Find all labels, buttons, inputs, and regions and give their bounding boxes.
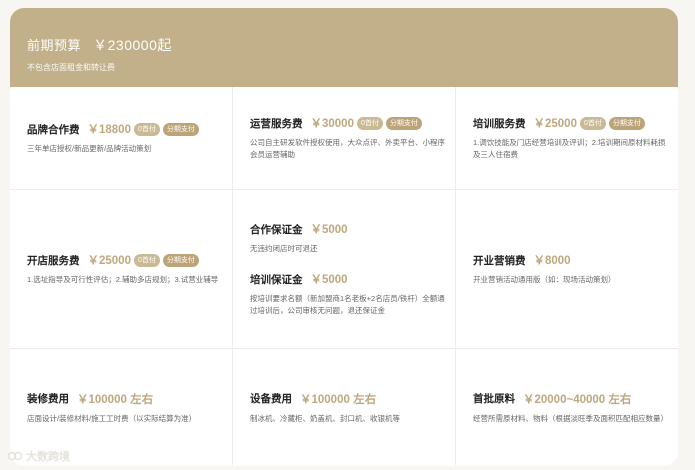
fee-cell-marketing: 开业营销费 ￥8000 开业营销活动通用版（如：现场活动策划） <box>456 190 678 349</box>
fee-cell-operation: 运营服务费 ￥30000 0首付 分期支付 公司自主研发软件授权使用，大众点评、… <box>233 87 456 190</box>
fee-amount: ￥100000 左右 <box>77 393 154 406</box>
zero-down-badge: 0首付 <box>133 122 160 136</box>
budget-title-line: 前期预算 ￥230000起 <box>27 35 678 55</box>
zero-down-badge: 0首付 <box>579 116 606 130</box>
fee-desc: 店面设计/装修材料/施工工时费（以实际结算为准） <box>27 413 197 423</box>
installment-badge: 分期支付 <box>608 116 645 130</box>
fee-name: 装修费用 <box>27 393 69 405</box>
fee-amount: ￥100000 左右 <box>300 393 377 406</box>
fee-desc: 经营所需原材料、物料（根据淡旺季及面积匹配相应数量） <box>473 413 668 423</box>
fee-desc: 开业营销活动通用版（如：现场活动策划） <box>473 275 616 284</box>
installment-badge: 分期支付 <box>162 122 199 136</box>
zero-down-badge: 0首付 <box>356 116 383 130</box>
fee-desc: 1.选址指导及可行性评估；2.辅助多店规划；3.试营业辅导 <box>27 275 219 284</box>
fee-name: 开店服务费 <box>27 254 80 267</box>
fee-amount: ￥5000 <box>310 274 348 286</box>
fee-amount: ￥30000 <box>310 118 354 130</box>
fee-name: 培训保证金 <box>250 273 303 286</box>
zero-down-badge: 0首付 <box>133 253 160 267</box>
fee-amount: ￥25000 <box>87 255 131 267</box>
deposit-training: 培训保证金 ￥5000 按培训要求名额（新加盟商1名老板+2名店员/铁杆）全额通… <box>250 271 445 317</box>
budget-header: 前期预算 ￥230000起 不包含店面租金和转让费 <box>10 8 678 87</box>
installment-badge: 分期支付 <box>162 253 199 267</box>
fee-name: 培训服务费 <box>473 117 526 130</box>
fee-desc: 按培训要求名额（新加盟商1名老板+2名店员/铁杆）全额通过培训后，公司审核无问题… <box>250 294 445 315</box>
fee-amount: ￥8000 <box>533 255 571 267</box>
fee-grid: 品牌合作费 ￥18800 0首付 分期支付 三年单店授权/新品更新/品牌活动策划… <box>10 87 678 466</box>
fee-amount: ￥18800 <box>87 124 131 136</box>
fee-desc: 公司自主研发软件授权使用，大众点评、外卖平台、小程序会员运营辅助 <box>250 138 445 159</box>
fee-name: 首批原料 <box>473 393 515 405</box>
watermark-logo-icon <box>8 451 22 461</box>
budget-total-price: ￥230000起 <box>93 37 172 53</box>
fee-cell-materials: 首批原料 ￥20000~40000 左右 经营所需原材料、物料（根据淡旺季及面积… <box>456 349 678 466</box>
fee-desc: 制冰机、冷藏柜、奶盖机、封口机、收银机等 <box>250 413 400 423</box>
fee-desc: 三年单店授权/新品更新/品牌活动策划 <box>27 144 152 153</box>
fee-name: 设备费用 <box>250 393 292 405</box>
fee-cell-training: 培训服务费 ￥25000 0首付 分期支付 1.调饮技能及门店经营培训及评训；2… <box>456 87 678 190</box>
fee-amount: ￥20000~40000 左右 <box>523 393 632 406</box>
fee-name: 合作保证金 <box>250 223 303 236</box>
fee-name: 运营服务费 <box>250 117 303 130</box>
fee-name: 开业营销费 <box>473 254 526 267</box>
fee-desc: 无违约闭店时可退还 <box>250 244 318 253</box>
fee-amount: ￥5000 <box>310 224 348 236</box>
budget-title: 前期预算 <box>27 38 82 53</box>
watermark: 大数跨境 <box>8 448 70 464</box>
fee-desc: 1.调饮技能及门店经营培训及评训；2.培训期间原材料耗损及三人住宿费 <box>473 138 666 159</box>
budget-card: 前期预算 ￥230000起 不包含店面租金和转让费 品牌合作费 ￥18800 0… <box>10 8 678 466</box>
fee-amount: ￥25000 <box>533 118 577 130</box>
deposit-cooperation: 合作保证金 ￥5000 无违约闭店时可退还 <box>250 221 445 255</box>
budget-subtitle: 不包含店面租金和转让费 <box>27 63 115 72</box>
watermark-text: 大数跨境 <box>26 451 70 463</box>
fee-cell-brand: 品牌合作费 ￥18800 0首付 分期支付 三年单店授权/新品更新/品牌活动策划 <box>10 87 233 190</box>
fee-cell-deposits: 合作保证金 ￥5000 无违约闭店时可退还 培训保证金 ￥5000 按培训要求名… <box>233 190 456 349</box>
fee-name: 品牌合作费 <box>27 123 80 136</box>
fee-cell-store-opening: 开店服务费 ￥25000 0首付 分期支付 1.选址指导及可行性评估；2.辅助多… <box>10 190 233 349</box>
installment-badge: 分期支付 <box>385 116 422 130</box>
fee-cell-equipment: 设备费用 ￥100000 左右 制冰机、冷藏柜、奶盖机、封口机、收银机等 <box>233 349 456 466</box>
